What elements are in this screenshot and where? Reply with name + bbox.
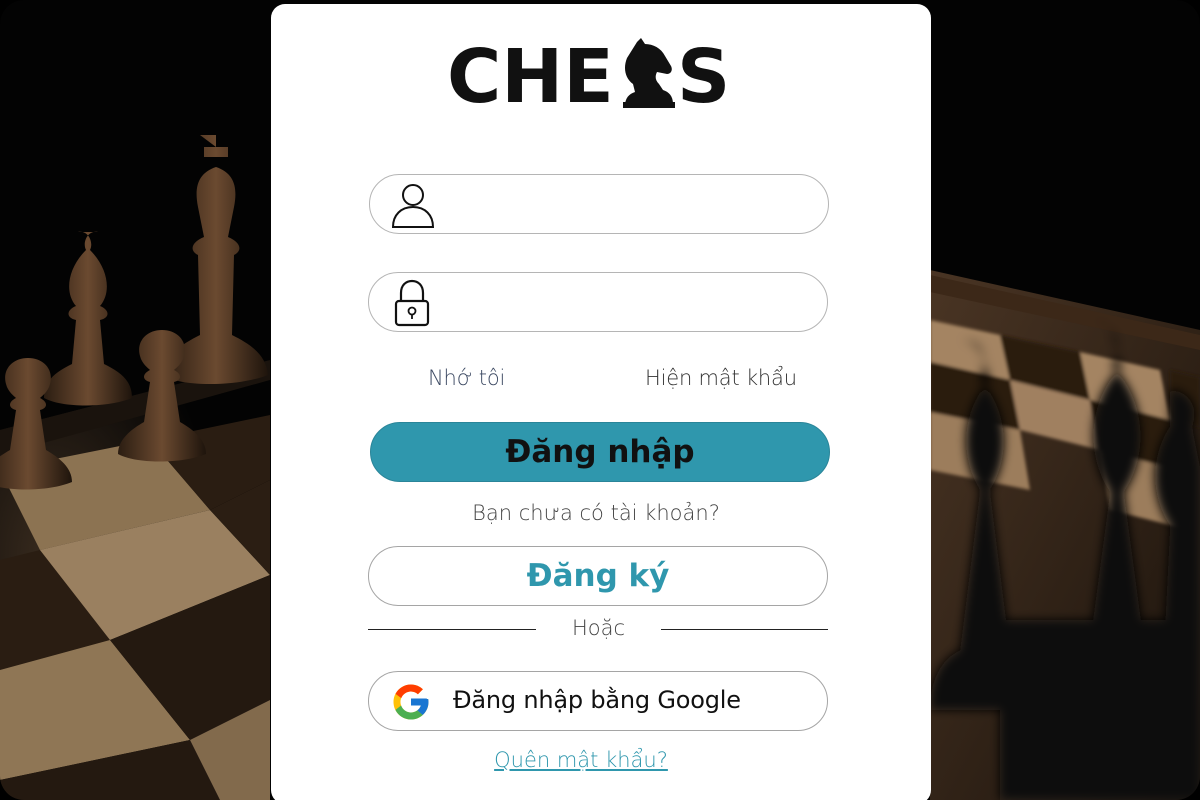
login-card: CHE S Nhớ tôi Hiện mật khẩu Đăng nhập Bạ… [271, 4, 931, 800]
google-login-label: Đăng nhập bằng Google [453, 686, 741, 714]
divider-line-left [368, 629, 536, 630]
divider-text: Hoặc [571, 616, 626, 640]
login-button[interactable]: Đăng nhập [370, 422, 830, 482]
divider-line-right [661, 629, 828, 630]
remember-me-toggle[interactable]: Nhớ tôi [428, 366, 505, 390]
logo-text-s: S [677, 34, 727, 114]
username-field[interactable] [369, 174, 829, 234]
no-account-text: Bạn chưa có tài khoản? [472, 501, 720, 525]
register-button[interactable]: Đăng ký [368, 546, 828, 606]
chess-logo: CHE S [447, 34, 727, 114]
password-field[interactable] [368, 272, 828, 332]
forgot-password-link[interactable]: Quên mật khẩu? [271, 748, 891, 772]
lock-icon [394, 279, 430, 327]
app-window: CHE S Nhớ tôi Hiện mật khẩu Đăng nhập Bạ… [0, 0, 1200, 800]
google-login-button[interactable]: Đăng nhập bằng Google [368, 671, 828, 731]
user-icon [391, 184, 435, 228]
password-input[interactable] [447, 283, 807, 321]
logo-text-che: CHE [447, 34, 614, 114]
show-password-toggle[interactable]: Hiện mật khẩu [645, 366, 797, 390]
chess-knight-icon [623, 38, 675, 108]
username-input[interactable] [448, 185, 808, 223]
google-icon [393, 684, 429, 720]
